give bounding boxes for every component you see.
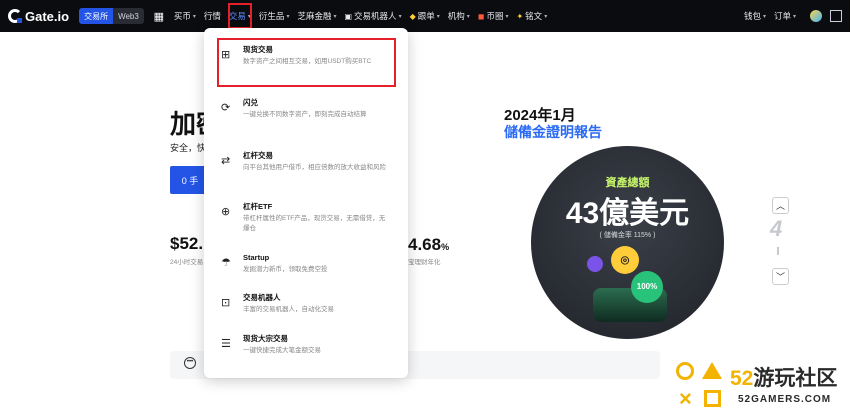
carousel-down-button[interactable]: ﹀ bbox=[772, 268, 789, 285]
brand-name: Gate.io bbox=[25, 8, 70, 24]
chevron-down-icon: ▾ bbox=[792, 13, 796, 20]
chevron-down-icon: ▾ bbox=[333, 13, 337, 20]
chevron-up-icon: ︿ bbox=[775, 201, 785, 211]
carousel-index: 4 bbox=[770, 216, 783, 241]
nav-label: 交易机器人 bbox=[354, 11, 397, 21]
nav-label: 行情 bbox=[203, 11, 221, 21]
nav-label: 买币 bbox=[173, 11, 191, 21]
bot-icon: ▣ bbox=[344, 11, 353, 21]
menu-item-startup[interactable]: ☂ Startup 发掘潜力新币，领取免费空投 bbox=[204, 252, 408, 275]
menu-item-title: 杠杆交易 bbox=[243, 151, 273, 160]
hero-subtitle: 安全，快 bbox=[170, 143, 207, 153]
watermark-shapes-icon: × bbox=[674, 360, 728, 414]
circle-icon: ◼ bbox=[477, 11, 485, 21]
apps-grid-icon[interactable]: ▦ bbox=[152, 10, 166, 23]
reserve-banner[interactable]: 資產總額 43億美元 ( 儲備金率 115% ) ⌾ 100% bbox=[531, 146, 724, 339]
top-nav: Gate.io 交易所 Web3 ▦ 买币 ▾ 行情 交易 ▾ 衍生品 ▾ 芝麻金融 ▾… bbox=[0, 0, 850, 32]
nav-copy-trading[interactable]: ◆ 跟单 ▾ bbox=[406, 0, 444, 32]
chevron-down-icon: ▾ bbox=[544, 13, 548, 20]
menu-item-desc: 向平台其他用户借币，相应倍数的放大收益和风险 bbox=[243, 164, 386, 171]
chevron-down-icon: ▾ bbox=[247, 13, 251, 20]
chevron-down-icon: ▾ bbox=[466, 13, 470, 20]
robot-icon: ⊡ bbox=[221, 297, 231, 309]
web3-tab[interactable]: Web3 bbox=[113, 8, 144, 24]
menu-item-desc: 丰富的交易机器人，自动化交易 bbox=[243, 306, 334, 313]
menu-item-desc: 一键兑换不同数字资产，即刻完成自动结算 bbox=[243, 111, 367, 118]
nav-crypto-circle[interactable]: ◼ 币圈 ▾ bbox=[474, 0, 513, 32]
watermark-title: 52游玩社区 bbox=[730, 362, 837, 392]
volume-label: 24小时交易 bbox=[170, 259, 204, 266]
menu-item-desc: 带杠杆属性的ETF产品，现货交易，无需借贷，无爆仓 bbox=[243, 215, 386, 232]
nav-right: 钱包 ▾ 订单 ▾ bbox=[740, 0, 842, 32]
reserve-amount: 43億美元 bbox=[565, 197, 690, 230]
chevron-down-icon: ﹀ bbox=[775, 272, 785, 282]
nav-label: 跟单 bbox=[417, 11, 435, 21]
watermark-number: 52 bbox=[730, 367, 754, 390]
chevron-down-icon: ▾ bbox=[398, 13, 402, 20]
nav-inscriptions[interactable]: ✦ 铭文 ▾ bbox=[512, 0, 551, 32]
menu-item-leveraged-etf[interactable]: ⊕ 杠杆ETF 带杠杆属性的ETF产品，现货交易，无需借贷，无爆仓 bbox=[204, 201, 408, 234]
lock-coin-icon: ⌾ bbox=[611, 246, 639, 274]
nav-buy-crypto[interactable]: 买币 ▾ bbox=[170, 0, 200, 32]
gate-logo-icon bbox=[8, 9, 22, 23]
database-icon: ☰ bbox=[221, 338, 231, 350]
menu-item-trading-bot[interactable]: ⊡ 交易机器人丰富的交易机器人，自动化交易 bbox=[204, 292, 408, 315]
nav-label: 钱包 bbox=[743, 11, 761, 21]
nav-orders[interactable]: 订单 ▾ bbox=[770, 0, 800, 32]
menu-item-block-trading[interactable]: ☰ 现货大宗交易一键快捷完成大笔金额交易 bbox=[204, 333, 408, 356]
nav-institutional[interactable]: 机构 ▾ bbox=[444, 0, 474, 32]
nav-wallet[interactable]: 钱包 ▾ bbox=[740, 0, 770, 32]
nav-label: 交易 bbox=[228, 11, 246, 21]
margin-icon: ⇄ bbox=[221, 155, 231, 167]
inscription-icon: ✦ bbox=[516, 11, 524, 21]
copy-trade-icon: ◆ bbox=[409, 11, 416, 21]
menu-item-title: 杠杆ETF bbox=[243, 202, 273, 211]
menu-item-desc: 一键快捷完成大笔金额交易 bbox=[243, 347, 321, 354]
report-title[interactable]: 儲備金證明報告 bbox=[504, 122, 602, 142]
apy-value: 4.68% bbox=[408, 235, 449, 255]
watermark-logo: × 52游玩社区 52GAMERS.COM bbox=[660, 352, 850, 418]
nav-label: 铭文 bbox=[525, 11, 543, 21]
menu-item-title: 交易机器人 bbox=[243, 293, 281, 302]
chevron-down-icon: ▾ bbox=[286, 13, 290, 20]
chevron-down-icon: ▾ bbox=[762, 13, 766, 20]
menu-item-margin[interactable]: ⇄ 杠杆交易向平台其他用户借币，相应倍数的放大收益和风险 bbox=[204, 150, 408, 173]
watermark-subtitle: 52GAMERS.COM bbox=[738, 394, 832, 405]
convert-icon: ⟳ bbox=[221, 102, 231, 114]
badge-coin-icon: 100% bbox=[631, 271, 663, 303]
download-icon[interactable] bbox=[830, 10, 842, 22]
mode-switch: 交易所 Web3 bbox=[79, 8, 144, 24]
chat-bubble-icon: ••• bbox=[184, 357, 196, 369]
menu-item-title: 现货大宗交易 bbox=[243, 334, 288, 343]
nav-label: 衍生品 bbox=[258, 11, 285, 21]
watermark-text: 游玩社区 bbox=[753, 367, 838, 390]
menu-item-desc: 发掘潜力新币，领取免费空投 bbox=[243, 266, 328, 273]
nav-label: 芝麻金融 bbox=[297, 11, 332, 21]
etf-icon: ⊕ bbox=[221, 206, 231, 218]
apy-number: 4.68 bbox=[408, 235, 442, 254]
parachute-icon: ☂ bbox=[221, 257, 231, 269]
reserve-rate: ( 儲備金率 115% ) bbox=[599, 232, 656, 239]
brand-logo[interactable]: Gate.io bbox=[8, 9, 69, 24]
nav-label: 订单 bbox=[773, 11, 791, 21]
volume-value: $52. bbox=[170, 234, 204, 253]
coin-icon bbox=[587, 256, 603, 272]
exchange-tab[interactable]: 交易所 bbox=[79, 8, 114, 24]
apy-unit: % bbox=[441, 242, 450, 252]
hero-title: 加密 bbox=[170, 109, 206, 139]
menu-item-title: 闪兑 bbox=[243, 98, 258, 107]
carousel-up-button[interactable]: ︿ bbox=[772, 197, 789, 214]
chevron-down-icon: ▾ bbox=[192, 13, 196, 20]
avatar[interactable] bbox=[810, 10, 822, 22]
nav-label: 机构 bbox=[447, 11, 465, 21]
menu-item-convert[interactable]: ⟳ 闪兑一键兑换不同数字资产，即刻完成自动结算 bbox=[204, 97, 408, 120]
chevron-down-icon: ▾ bbox=[505, 13, 509, 20]
chevron-down-icon: ▾ bbox=[436, 13, 440, 20]
menu-item-title: Startup bbox=[243, 253, 270, 262]
apy-label: 宝理财年化 bbox=[408, 259, 441, 266]
carousel-separator-icon: ∥ bbox=[776, 246, 780, 255]
nav-label: 币圈 bbox=[486, 11, 504, 21]
highlight-box bbox=[217, 38, 396, 87]
